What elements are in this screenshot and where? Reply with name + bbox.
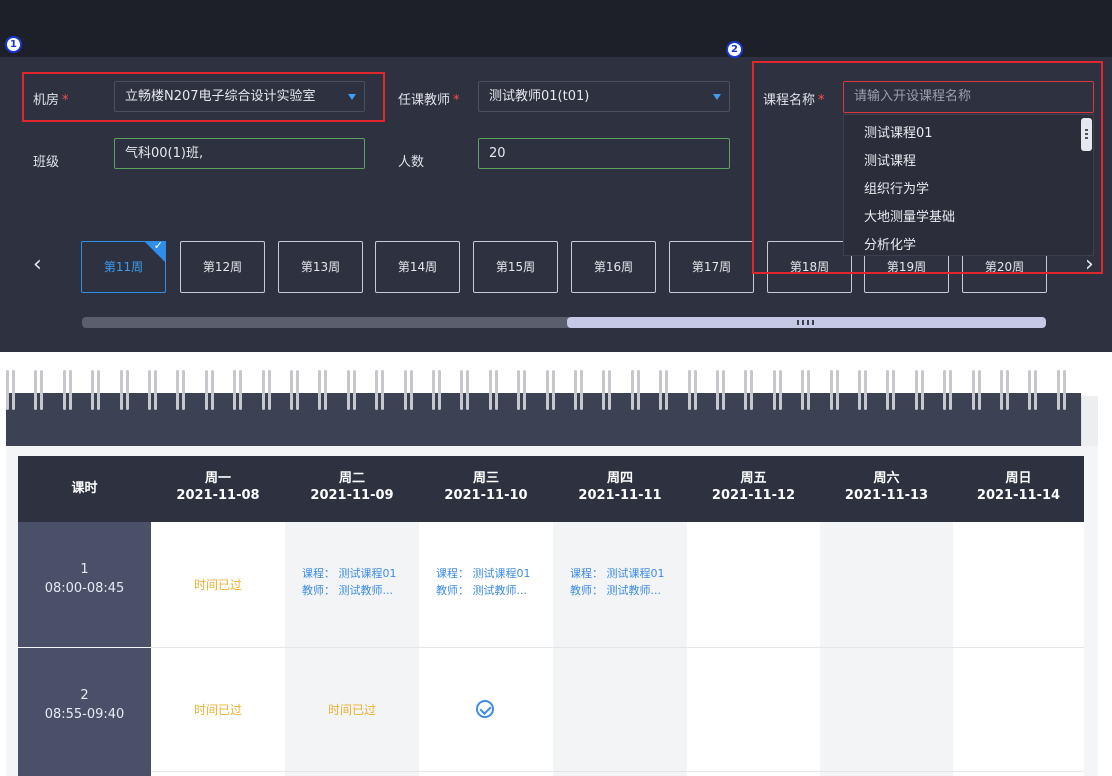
slot-passed: 时间已过 bbox=[193, 703, 242, 717]
slot-booked-course[interactable]: 课程： 测试课程01 教师： 测试教师... bbox=[302, 565, 412, 599]
binder-ring bbox=[91, 370, 101, 410]
binder-ring bbox=[574, 370, 584, 410]
period-cell-1: 1 08:00-08:45 bbox=[18, 522, 151, 647]
slot-course-text: 课程： 测试课程01 bbox=[436, 567, 531, 580]
slot-teacher-text: 教师： 测试教师... bbox=[570, 584, 661, 597]
class-label: 班级 bbox=[33, 155, 60, 170]
binder-ring bbox=[772, 370, 783, 410]
period-cell-2: 2 08:55-09:40 bbox=[18, 648, 151, 776]
period-column-header: 课时 bbox=[71, 481, 98, 496]
binder-ring bbox=[1028, 370, 1038, 410]
binder-ring bbox=[318, 370, 328, 410]
week-tab-label: 第11周 bbox=[103, 260, 144, 274]
binder-ring bbox=[148, 370, 158, 410]
binder-ring bbox=[943, 370, 953, 410]
room-select-value: 立畅楼N207电子综合设计实验室 bbox=[125, 89, 316, 104]
binder-ring bbox=[6, 370, 16, 410]
binder-ring bbox=[545, 370, 556, 410]
slot-passed: 时间已过 bbox=[193, 578, 242, 592]
day-column-fri bbox=[687, 522, 820, 776]
binder-ring bbox=[801, 370, 811, 410]
binder-ring bbox=[204, 370, 215, 410]
binder-ring bbox=[971, 370, 982, 410]
binder-ring bbox=[290, 370, 300, 410]
day-header-thu: 周四 2021-11-11 bbox=[578, 471, 662, 503]
week-tab-14[interactable]: 第14周 bbox=[375, 241, 460, 293]
day-column-mon bbox=[151, 522, 285, 776]
highlight-frame-course bbox=[752, 61, 1103, 274]
binder-ring bbox=[488, 370, 499, 410]
binder-ring bbox=[34, 370, 44, 410]
slot-passed: 时间已过 bbox=[327, 703, 376, 717]
binder-ring bbox=[62, 370, 73, 410]
check-circle-icon[interactable] bbox=[476, 700, 494, 718]
week-tab-15[interactable]: 第15周 bbox=[473, 241, 558, 293]
chevron-left-icon[interactable]: ‹ bbox=[33, 252, 42, 277]
binder-ring bbox=[687, 370, 698, 410]
day-header-sun: 周日 2021-11-14 bbox=[976, 471, 1061, 503]
binder-ring bbox=[914, 370, 925, 410]
day-header-sat: 周六 2021-11-13 bbox=[844, 471, 929, 503]
binder-ring bbox=[460, 370, 470, 410]
slot-teacher-text: 教师： 测试教师... bbox=[436, 584, 527, 597]
day-header-mon: 周一 2021-11-08 bbox=[176, 471, 260, 503]
day-column-sun bbox=[953, 522, 1084, 776]
room-label: 机房 * bbox=[33, 93, 69, 108]
binder-ring bbox=[432, 370, 442, 410]
row-divider bbox=[151, 771, 1084, 772]
binder-ring bbox=[716, 370, 726, 410]
day-header-fri: 周五 2021-11-12 bbox=[711, 471, 796, 503]
binder-rings bbox=[6, 370, 1082, 410]
binder-ring bbox=[744, 370, 754, 410]
binder-ring bbox=[176, 370, 186, 410]
day-header-tue: 周二 2021-11-09 bbox=[310, 471, 394, 503]
class-field[interactable]: 气科00(1)班, bbox=[114, 138, 365, 169]
binder-ring bbox=[858, 370, 868, 410]
day-column-tue bbox=[285, 522, 419, 776]
binder-ring bbox=[659, 370, 669, 410]
binder-ring bbox=[261, 370, 272, 410]
annotation-marker-2: 2 bbox=[726, 41, 743, 58]
week-tab-13[interactable]: 第13周 bbox=[278, 241, 363, 293]
teacher-label: 任课教师 * bbox=[398, 93, 460, 108]
binder-ring bbox=[119, 370, 130, 410]
slot-course-text: 课程： 测试课程01 bbox=[302, 567, 397, 580]
room-select[interactable]: 立畅楼N207电子综合设计实验室 bbox=[114, 81, 365, 112]
caret-down-icon bbox=[348, 94, 356, 100]
scroll-grip-icon bbox=[797, 320, 815, 325]
binder-ring bbox=[233, 370, 243, 410]
slot-course-text: 课程： 测试课程01 bbox=[570, 567, 665, 580]
count-label: 人数 bbox=[398, 155, 425, 170]
panel-header-strip bbox=[0, 0, 1112, 57]
week-tab-16[interactable]: 第16周 bbox=[571, 241, 656, 293]
binder-ring bbox=[375, 370, 385, 410]
binder-ring bbox=[403, 370, 414, 410]
slot-booked-course[interactable]: 课程： 测试课程01 教师： 测试教师... bbox=[570, 565, 680, 599]
binder-ring bbox=[346, 370, 357, 410]
teacher-select-value: 测试教师01(t01) bbox=[489, 89, 590, 104]
annotation-marker-1: 1 bbox=[5, 36, 22, 53]
binder-ring bbox=[602, 370, 612, 410]
day-header-wed: 周三 2021-11-10 bbox=[444, 471, 528, 503]
check-icon: ✓ bbox=[153, 239, 163, 252]
day-column-wed bbox=[419, 522, 553, 776]
day-column-thu bbox=[553, 522, 687, 776]
binder-ring bbox=[1000, 370, 1010, 410]
day-column-sat bbox=[820, 522, 953, 776]
caret-down-icon bbox=[713, 94, 721, 100]
binder-ring bbox=[829, 370, 840, 410]
binder-ring bbox=[517, 370, 527, 410]
row-divider bbox=[151, 647, 1084, 648]
binder-ring bbox=[630, 370, 641, 410]
count-field[interactable]: 20 bbox=[478, 138, 730, 169]
slot-booked-course[interactable]: 课程： 测试课程01 教师： 测试教师... bbox=[436, 565, 546, 599]
teacher-select[interactable]: 测试教师01(t01) bbox=[478, 81, 730, 112]
slot-teacher-text: 教师： 测试教师... bbox=[302, 584, 393, 597]
binder-ring bbox=[1056, 370, 1067, 410]
week-tab-12[interactable]: 第12周 bbox=[180, 241, 265, 293]
binder-ring bbox=[886, 370, 896, 410]
week-tab-17[interactable]: 第17周 bbox=[669, 241, 754, 293]
week-tab-11[interactable]: 第11周 ✓ bbox=[81, 239, 166, 293]
